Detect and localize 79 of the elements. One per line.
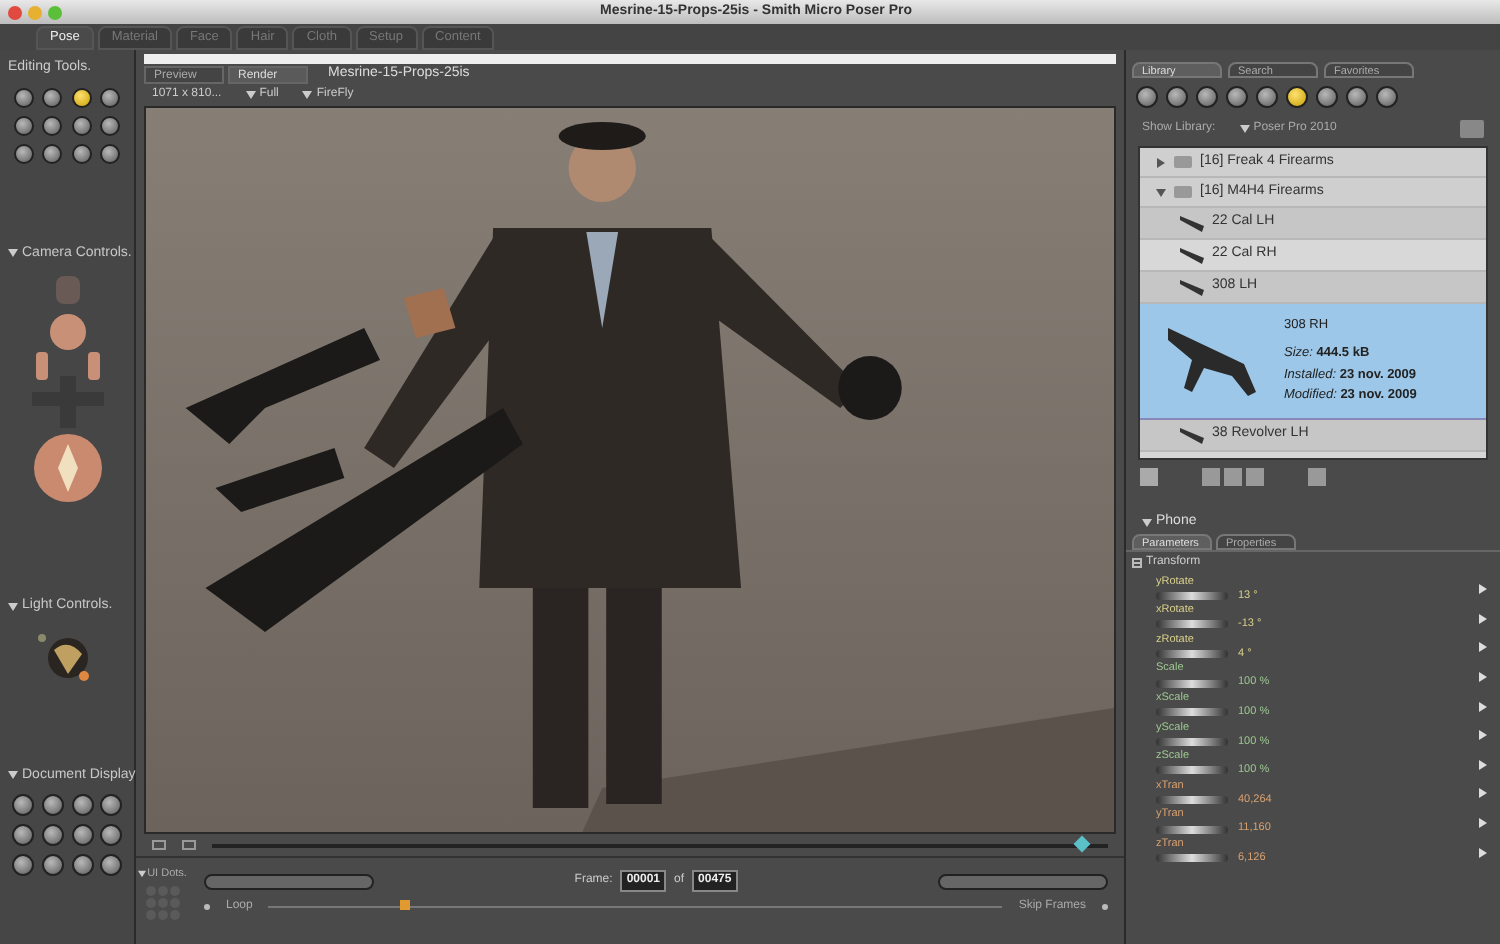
figure-button[interactable]	[1308, 467, 1326, 485]
menu-arrow-icon[interactable]	[1478, 788, 1488, 799]
tool-icon[interactable]	[71, 115, 91, 135]
tool-icon[interactable]	[71, 143, 91, 163]
display-style-icon[interactable]	[12, 824, 34, 846]
category-icon[interactable]	[1376, 86, 1398, 108]
caret-icon[interactable]	[302, 90, 313, 100]
add-button[interactable]	[1224, 467, 1242, 485]
display-style-icon[interactable]	[71, 824, 93, 846]
menu-arrow-icon[interactable]	[1478, 701, 1488, 712]
menu-arrow-icon[interactable]	[1478, 730, 1488, 741]
parameter-dial[interactable]	[1156, 679, 1228, 688]
tool-icon[interactable]	[14, 115, 34, 135]
category-icon[interactable]	[1316, 86, 1338, 108]
tool-icon[interactable]	[14, 143, 34, 163]
caret-icon[interactable]	[1239, 123, 1250, 133]
display-style-icon[interactable]	[12, 794, 34, 816]
collapse-icon[interactable]	[8, 601, 18, 612]
category-icon[interactable]	[1256, 86, 1278, 108]
parameter-dial[interactable]	[1156, 620, 1228, 629]
expand-icon[interactable]	[1156, 157, 1166, 167]
tool-icon[interactable]	[42, 87, 63, 107]
display-style-icon[interactable]	[100, 824, 123, 846]
collapse-icon[interactable]	[8, 770, 18, 781]
gun-icon	[1180, 215, 1204, 231]
category-icon[interactable]	[1166, 86, 1188, 108]
add-folder-button[interactable]	[1202, 467, 1220, 485]
display-style-icon[interactable]	[71, 794, 93, 816]
folder-add-icon[interactable]	[1460, 119, 1484, 137]
collapse-icon[interactable]	[1142, 517, 1152, 528]
gun-icon	[1180, 427, 1204, 443]
parameter-dial[interactable]	[1156, 825, 1228, 834]
collapse-icon[interactable]	[1132, 558, 1142, 568]
display-style-icon[interactable]	[71, 854, 93, 876]
gun-icon	[1180, 279, 1204, 295]
tool-icon[interactable]	[42, 115, 63, 135]
menu-arrow-icon[interactable]	[1478, 847, 1488, 858]
display-style-icon[interactable]	[41, 854, 64, 876]
timeline-thumb[interactable]	[1072, 834, 1090, 852]
menu-arrow-icon[interactable]	[1478, 759, 1488, 770]
playback-controls[interactable]	[204, 873, 374, 889]
category-icon[interactable]	[1196, 86, 1218, 108]
parameter-dial[interactable]	[1156, 649, 1228, 658]
menu-arrow-icon[interactable]	[1478, 818, 1488, 829]
menu-arrow-icon[interactable]	[1478, 642, 1488, 653]
menu-arrow-icon[interactable]	[1478, 672, 1488, 683]
collapse-icon[interactable]	[137, 870, 146, 879]
parameter-dial[interactable]	[1156, 795, 1228, 804]
category-icon[interactable]	[1286, 86, 1308, 108]
parameter-dial[interactable]	[1156, 708, 1228, 717]
apply-button[interactable]	[1140, 467, 1158, 485]
parameter-dial[interactable]	[1156, 766, 1228, 775]
keyframe-controls[interactable]	[938, 873, 1108, 889]
caret-icon[interactable]	[245, 90, 256, 100]
parameter-dial[interactable]	[1156, 737, 1228, 746]
parameter-dial[interactable]	[1156, 591, 1228, 600]
tool-icon[interactable]	[99, 143, 120, 163]
gun-icon	[1180, 247, 1204, 263]
menu-arrow-icon[interactable]	[1478, 584, 1488, 595]
display-style-icon[interactable]	[100, 854, 123, 876]
tool-icon[interactable]	[42, 143, 63, 163]
display-style-icon[interactable]	[12, 854, 34, 876]
parameter-dial[interactable]	[1156, 854, 1228, 863]
category-icon[interactable]	[1136, 86, 1158, 108]
menu-arrow-icon[interactable]	[1478, 613, 1488, 624]
collapse-icon[interactable]	[8, 248, 18, 259]
display-style-icon[interactable]	[41, 794, 64, 816]
collapse-icon[interactable]	[1156, 187, 1166, 197]
tool-icon[interactable]	[14, 87, 34, 107]
category-icon[interactable]	[1346, 86, 1368, 108]
close-button[interactable]	[8, 5, 22, 19]
display-style-icon[interactable]	[100, 794, 123, 816]
display-style-icon[interactable]	[41, 824, 64, 846]
tool-icon[interactable]	[99, 87, 120, 107]
tool-icon[interactable]	[99, 115, 120, 135]
frame-slider-thumb[interactable]	[400, 900, 411, 910]
tool-icon[interactable]	[71, 87, 91, 107]
remove-button[interactable]	[1246, 467, 1264, 485]
category-icon[interactable]	[1226, 86, 1248, 108]
